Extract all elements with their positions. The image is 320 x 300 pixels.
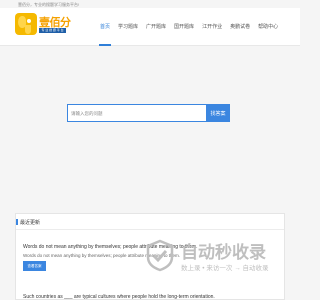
nav-item-guangkai-bank[interactable]: 广开题库	[142, 8, 170, 46]
search-bar: 找答案	[67, 104, 232, 122]
panel-title-marker	[16, 219, 18, 225]
main-nav: 首页 学习题库 广开题库 国开题库 江开作业 奥鹏试卷 帮助中心	[96, 8, 282, 46]
watermark-title: 自动秒收录	[181, 243, 266, 262]
nav-item-guokai-bank[interactable]: 国开题库	[170, 8, 198, 46]
panel-title: 最近更新	[20, 220, 41, 226]
watermark: 自动秒收录 数上录 • 来访一次 → 自动收录	[143, 238, 283, 276]
watermark-subtitle: 数上录 • 来访一次 → 自动收录	[181, 265, 269, 272]
nav-item-aopeng-exams[interactable]: 奥鹏试卷	[226, 8, 254, 46]
panel-divider	[16, 229, 284, 230]
question-title[interactable]: Such countries as ___ are typical cultur…	[23, 294, 281, 300]
search-button[interactable]: 找答案	[206, 104, 230, 122]
elephant-logo-icon	[15, 13, 37, 35]
nav-item-study-bank[interactable]: 学习题库	[114, 8, 142, 46]
watermark-logo-icon	[146, 239, 174, 272]
nav-item-help-center[interactable]: 帮助中心	[254, 8, 282, 46]
nav-item-jiangkai-homework[interactable]: 江开作业	[198, 8, 226, 46]
view-answer-button[interactable]: 查看答案	[23, 261, 46, 271]
logo-subtitle: 专 业 搜 题 平 台	[39, 28, 66, 33]
list-item: Such countries as ___ are typical cultur…	[23, 294, 281, 300]
search-input[interactable]	[67, 104, 207, 122]
site-logo[interactable]: 壹佰分 专 业 搜 题 平 台	[15, 11, 71, 45]
top-bar: 壹佰分，专业的搜题学习服务平台!	[0, 0, 300, 8]
nav-item-home[interactable]: 首页	[96, 8, 114, 46]
